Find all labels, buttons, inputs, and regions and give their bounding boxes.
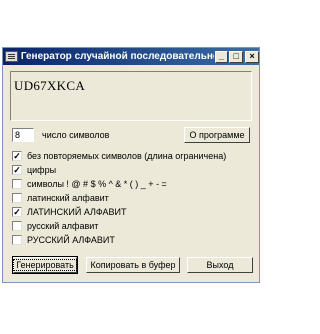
maximize-button[interactable]: □ (229, 50, 244, 63)
close-button[interactable]: × (245, 50, 259, 63)
generate-button[interactable]: Генерировать (12, 256, 78, 274)
generate-button-label: Генерировать (13, 259, 77, 271)
no-repeat-checkbox[interactable]: ✓ (12, 151, 22, 161)
exit-button[interactable]: Выход (187, 257, 253, 273)
russian-lower-label: русский алфавит (27, 221, 99, 231)
minimize-button[interactable]: _ (214, 50, 229, 63)
length-input[interactable]: 8 (12, 128, 34, 142)
option-latin-upper[interactable]: ✓ ЛАТИНСКИЙ АЛФАВИТ (12, 207, 126, 217)
russian-upper-label: РУССКИЙ АЛФАВИТ (27, 235, 115, 245)
latin-lower-label: латинский алфавит (27, 193, 109, 203)
option-digits[interactable]: ✓ цифры (12, 165, 56, 175)
sequence-output[interactable]: UD67XKCA (10, 71, 252, 121)
app-icon (5, 51, 18, 62)
title-bar[interactable]: Генератор случайной последовательности _… (3, 48, 259, 65)
latin-lower-checkbox[interactable] (12, 193, 22, 203)
about-button[interactable]: О программе (184, 127, 250, 143)
russian-lower-checkbox[interactable] (12, 221, 22, 231)
generator-window: Генератор случайной последовательности _… (2, 47, 260, 283)
symbols-checkbox[interactable] (12, 179, 22, 189)
digits-checkbox[interactable]: ✓ (12, 165, 22, 175)
latin-upper-label: ЛАТИНСКИЙ АЛФАВИТ (27, 207, 127, 217)
window-title: Генератор случайной последовательности (20, 51, 214, 62)
russian-upper-checkbox[interactable] (12, 235, 22, 245)
latin-upper-checkbox[interactable]: ✓ (12, 207, 22, 217)
digits-label: цифры (27, 165, 57, 175)
symbols-label: символы ! @ # $ % ^ & * ( ) _ + - = (27, 179, 167, 189)
length-label: число символов (42, 130, 110, 140)
copy-button[interactable]: Копировать в буфер (86, 257, 180, 273)
option-symbols[interactable]: символы ! @ # $ % ^ & * ( ) _ + - = (12, 179, 167, 189)
length-row: 8 число символов (12, 128, 109, 142)
option-russian-lower[interactable]: русский алфавит (12, 221, 98, 231)
option-russian-upper[interactable]: РУССКИЙ АЛФАВИТ (12, 235, 115, 245)
option-latin-lower[interactable]: латинский алфавит (12, 193, 109, 203)
option-no-repeat[interactable]: ✓ без повторяемых символов (длина ограни… (12, 151, 226, 161)
no-repeat-label: без повторяемых символов (длина ограниче… (27, 151, 227, 161)
